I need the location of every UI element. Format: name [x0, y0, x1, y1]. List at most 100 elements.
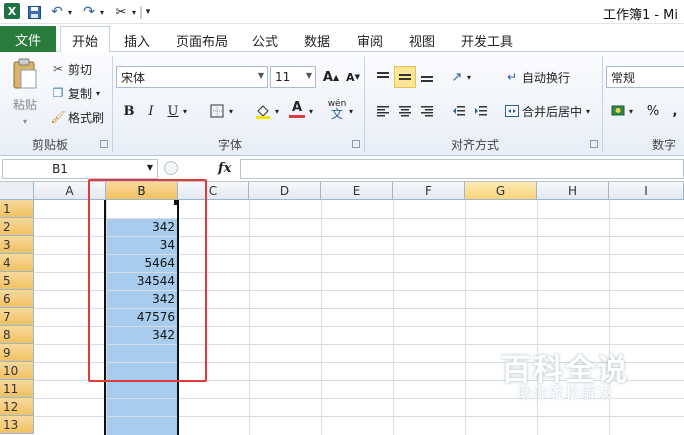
- merge-center-label: 合并后居中: [522, 104, 583, 119]
- qat-more-icon[interactable]: ▾: [143, 3, 153, 21]
- column-header-i[interactable]: I: [609, 182, 684, 200]
- customize-tools-icon[interactable]: ✂: [112, 3, 130, 21]
- tab-developer[interactable]: 开发工具: [461, 31, 513, 50]
- row-header-9[interactable]: 9: [0, 344, 34, 362]
- column-header-e[interactable]: E: [321, 182, 393, 200]
- row-header-5[interactable]: 5: [0, 272, 34, 290]
- align-center-icon[interactable]: [394, 100, 416, 122]
- format-painter-button[interactable]: 🖌 格式刷: [50, 108, 104, 126]
- column-header-d[interactable]: D: [249, 182, 321, 200]
- format-painter-icon: 🖌: [50, 110, 66, 124]
- shrink-font-icon[interactable]: A ▼: [342, 66, 364, 88]
- phonetic-guide-icon[interactable]: wén 文: [326, 98, 348, 120]
- tab-data[interactable]: 数据: [304, 31, 330, 50]
- row-header-6[interactable]: 6: [0, 290, 34, 308]
- undo-dropdown-icon[interactable]: ▾: [66, 3, 74, 21]
- row-header-2[interactable]: 2: [0, 218, 34, 236]
- select-all-corner[interactable]: [0, 182, 34, 200]
- bold-button[interactable]: B: [118, 100, 140, 122]
- save-icon[interactable]: [26, 3, 42, 21]
- fill-color-dropdown-icon[interactable]: ▾: [272, 100, 282, 122]
- paste-dropdown-icon: ▾: [22, 117, 27, 126]
- row-header-8[interactable]: 8: [0, 326, 34, 344]
- font-size-dropdown-icon[interactable]: ▼: [306, 71, 312, 80]
- font-color-icon[interactable]: A: [286, 98, 308, 120]
- group-separator: [364, 56, 365, 152]
- align-bottom-icon[interactable]: [416, 66, 438, 88]
- increase-indent-icon[interactable]: [470, 100, 492, 122]
- font-size-combo[interactable]: 11 ▼: [270, 66, 316, 88]
- font-name-dropdown-icon[interactable]: ▼: [258, 71, 264, 80]
- tab-insert[interactable]: 插入: [124, 31, 150, 50]
- clipboard-launcher-icon[interactable]: [100, 140, 108, 148]
- orientation-dropdown-icon[interactable]: ▾: [464, 66, 474, 88]
- borders-icon[interactable]: [206, 100, 228, 122]
- accounting-dropdown-icon[interactable]: ▾: [626, 100, 636, 122]
- row-header-7[interactable]: 7: [0, 308, 34, 326]
- font-group-label: 字体: [217, 138, 242, 152]
- insert-function-button[interactable]: fx: [218, 161, 231, 176]
- row-header-10[interactable]: 10: [0, 362, 34, 380]
- grow-font-icon[interactable]: A ▲: [320, 66, 342, 88]
- row-header-11[interactable]: 11: [0, 380, 34, 398]
- formula-input[interactable]: [240, 159, 684, 179]
- clipboard-group-label: 剪贴板: [31, 138, 68, 152]
- column-header-f[interactable]: F: [393, 182, 465, 200]
- align-right-icon[interactable]: [416, 100, 438, 122]
- number-group-label: 数字: [651, 138, 676, 152]
- font-name-combo[interactable]: 宋体 ▼: [116, 66, 268, 88]
- paste-label: 粘贴: [12, 98, 37, 112]
- redo-icon[interactable]: ↷: [80, 3, 98, 21]
- name-box-dropdown-icon[interactable]: ▼: [147, 163, 153, 172]
- underline-dropdown-icon[interactable]: ▾: [180, 100, 190, 122]
- wrap-text-icon: ↵: [506, 70, 518, 84]
- wrap-text-button[interactable]: ↵ 自动换行: [504, 68, 570, 86]
- borders-dropdown-icon[interactable]: ▾: [226, 100, 236, 122]
- column-header-h[interactable]: H: [537, 182, 609, 200]
- italic-button[interactable]: I: [140, 100, 162, 122]
- ribbon: 粘贴 ▾ ✂ 剪切 ❐ 复制 ▾ 🖌 格式刷 剪贴板 宋体 ▼ 11 ▼ A ▲ …: [0, 52, 684, 156]
- percent-style-button[interactable]: %: [642, 100, 664, 122]
- tab-home[interactable]: 开始: [60, 26, 110, 53]
- align-middle-icon[interactable]: [394, 66, 416, 88]
- paste-button[interactable]: 粘贴 ▾: [8, 58, 42, 130]
- tab-view[interactable]: 视图: [409, 31, 435, 50]
- row-header-1[interactable]: 1: [0, 200, 34, 218]
- cut-label: 剪切: [68, 62, 93, 77]
- decrease-indent-icon[interactable]: [448, 100, 470, 122]
- phonetic-dropdown-icon[interactable]: ▾: [346, 100, 356, 122]
- name-box[interactable]: B1 ▼: [2, 159, 158, 179]
- tools-dropdown-icon[interactable]: ▾: [130, 3, 138, 21]
- fill-color-icon[interactable]: [252, 100, 274, 122]
- undo-icon[interactable]: ↶: [48, 3, 66, 21]
- alignment-launcher-icon[interactable]: [590, 140, 598, 148]
- tab-review[interactable]: 审阅: [357, 31, 383, 50]
- number-format-combo[interactable]: 常规: [606, 66, 684, 88]
- copy-label: 复制: [68, 86, 93, 101]
- tab-file[interactable]: 文件: [0, 26, 56, 52]
- merge-center-button[interactable]: 合并后居中 ▾: [504, 102, 590, 120]
- column-header-g[interactable]: G: [465, 182, 537, 200]
- watermark-subtitle: 助你轻松解决: [516, 384, 613, 402]
- align-top-icon[interactable]: [372, 66, 394, 88]
- row-header-12[interactable]: 12: [0, 398, 34, 416]
- font-color-dropdown-icon[interactable]: ▾: [306, 100, 316, 122]
- tab-page-layout[interactable]: 页面布局: [176, 31, 228, 50]
- row-header-4[interactable]: 4: [0, 254, 34, 272]
- font-launcher-icon[interactable]: [352, 140, 360, 148]
- group-separator: [112, 56, 113, 152]
- tab-formulas[interactable]: 公式: [252, 31, 278, 50]
- redo-dropdown-icon[interactable]: ▾: [98, 3, 106, 21]
- merge-center-dropdown-icon[interactable]: ▾: [586, 107, 590, 116]
- formula-bar-handle-icon[interactable]: [164, 161, 178, 175]
- row-header-13[interactable]: 13: [0, 416, 34, 434]
- row-header-3[interactable]: 3: [0, 236, 34, 254]
- name-box-value: B1: [52, 162, 68, 176]
- align-left-icon[interactable]: [372, 100, 394, 122]
- copy-dropdown-icon: ▾: [96, 88, 101, 98]
- font-size-value: 11: [275, 70, 291, 84]
- comma-style-icon[interactable]: ,: [664, 100, 684, 122]
- copy-button[interactable]: ❐ 复制 ▾: [50, 84, 100, 102]
- cut-button[interactable]: ✂ 剪切: [50, 60, 92, 78]
- merge-center-icon: [504, 105, 520, 117]
